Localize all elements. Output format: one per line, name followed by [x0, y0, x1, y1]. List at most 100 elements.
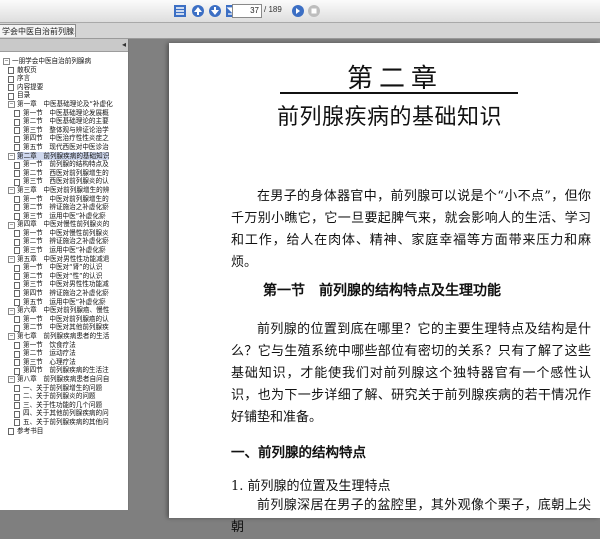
expand-toggle-icon[interactable]: −	[8, 307, 15, 315]
bookmark-page-icon	[8, 75, 14, 83]
bookmark-item[interactable]: 第二节 辨证施治之补虚化瘀	[0, 237, 128, 246]
bookmark-label: 第二节 中医基础理论的主要	[23, 117, 109, 126]
expand-toggle-icon[interactable]: −	[8, 101, 15, 109]
bookmark-label: 四、关于其他前列腺疾病的问	[23, 409, 109, 418]
total-pages-label: / 189	[264, 5, 282, 14]
bookmark-item[interactable]: 第三节 西医对前列腺炎的认	[0, 177, 128, 186]
tab-document[interactable]: 学会中医自治前列腺...	[0, 24, 76, 37]
bookmark-label: 第六章 中医对前列腺癌、慢性	[17, 306, 110, 315]
bookmark-label: 第三章 中医对前列腺增生的辨	[17, 185, 110, 194]
bookmark-page-icon	[14, 204, 20, 212]
bookmark-label: 第一节 前列腺的结构特点及	[23, 160, 109, 169]
bookmark-item[interactable]: 第三节 运用中医“补虚化瘀	[0, 212, 128, 221]
bookmark-page-icon	[14, 170, 20, 178]
bookmark-page-icon	[14, 118, 20, 126]
bookmark-item[interactable]: − 第三章 中医对前列腺增生的辨	[0, 186, 128, 195]
bookmark-page-icon	[14, 230, 20, 238]
bookmark-page-icon	[14, 135, 20, 143]
bookmark-item[interactable]: 序言	[0, 74, 128, 83]
bookmark-item[interactable]: − 第六章 中医对前列腺癌、慢性	[0, 306, 128, 315]
expand-toggle-icon[interactable]: −	[8, 152, 15, 160]
bookmark-item[interactable]: − 第七章 前列腺疾病患者的生活	[0, 332, 128, 341]
bookmark-label: 第四节 中医治疗性性炎症之	[23, 134, 109, 143]
bookmark-label: 第一节 中医对“肾”的认识	[23, 263, 103, 272]
bookmark-page-icon	[14, 350, 20, 358]
expand-toggle-icon[interactable]: −	[8, 376, 15, 384]
bookmark-item[interactable]: 第四节 前列腺疾病的生活注	[0, 366, 128, 375]
collapse-panel-button[interactable]: ◂	[122, 40, 126, 50]
bookmark-label: 第七章 前列腺疾病患者的生活	[17, 332, 110, 340]
bookmark-item[interactable]: 第五节 现代西医对中医诊治	[0, 143, 128, 152]
bookmark-item[interactable]: 目录	[0, 91, 128, 100]
bookmark-item[interactable]: − 第五章 中医对男性性功能减退	[0, 255, 128, 264]
bookmark-page-icon	[14, 384, 20, 392]
bookmark-label: 序言	[17, 74, 31, 83]
bookmark-item[interactable]: − 第二章 前列腺疾病的基础知识	[0, 151, 128, 161]
bookmark-item[interactable]: 第四节 辨证施治之补虚化瘀	[0, 289, 128, 298]
bookmark-item[interactable]: 五、关于前列腺疾病的其他问	[0, 418, 128, 427]
bookmark-item[interactable]: 第一节 饮食疗法	[0, 341, 128, 350]
expand-toggle-icon[interactable]: −	[8, 221, 15, 229]
bookmark-item[interactable]: 二、关于前列腺炎的问题	[0, 392, 128, 401]
bookmark-item[interactable]: − 一朋学会中医自治前列腺病	[0, 57, 128, 66]
bookmark-page-icon	[14, 127, 20, 135]
bookmark-page-icon	[8, 84, 14, 92]
bookmark-page-icon	[8, 66, 14, 74]
bookmark-label: 第二节 运动疗法	[23, 349, 76, 358]
bookmark-item[interactable]: 第一节 中医基础理论发展概	[0, 109, 128, 118]
document-view[interactable]: 第二章 前列腺疾病的基础知识 在男子的身体器官中，前列腺可以说是个“小不点”，但…	[129, 39, 600, 535]
bookmark-item[interactable]: 第一节 中医对前列腺增生的	[0, 195, 128, 204]
bookmark-label: 第三节 运用中医“补虚化瘀	[23, 211, 106, 220]
body-paragraph: 前列腺深居在男子的盆腔里，其外观像个栗子，底朝上尖朝	[231, 498, 591, 535]
bookmark-item[interactable]: − 第四章 中医对慢性前列腺炎的	[0, 220, 128, 229]
bookmark-page-icon	[14, 290, 20, 298]
expand-toggle-icon[interactable]: −	[8, 187, 15, 195]
fit-page-icon[interactable]	[172, 3, 188, 19]
bookmark-item[interactable]: 第二节 运动疗法	[0, 349, 128, 358]
bookmark-item[interactable]: 第一节 中医对“肾”的认识	[0, 263, 128, 272]
page-up-icon[interactable]	[190, 3, 206, 19]
bookmark-label: 参考书目	[17, 426, 44, 435]
expand-toggle-icon[interactable]: −	[3, 58, 10, 66]
bookmark-page-icon	[14, 341, 20, 349]
bookmark-label: 第五节 现代西医对中医诊治	[23, 142, 109, 151]
bookmark-item[interactable]: − 第八章 前列腺疾病患者自问自	[0, 375, 128, 384]
bookmark-label: 第四节 辨证施治之补虚化瘀	[23, 289, 109, 298]
bookmark-item[interactable]: 第二节 辨证施治之补虚化瘀	[0, 203, 128, 212]
bookmark-page-icon	[14, 247, 20, 255]
bookmark-page-icon	[14, 281, 20, 289]
bookmark-item[interactable]: 四、关于其他前列腺疾病的问	[0, 409, 128, 418]
expand-toggle-icon[interactable]: −	[8, 333, 15, 341]
bookmark-item[interactable]: 参考书目	[0, 427, 128, 436]
chapter-title: 前列腺疾病的基础知识	[277, 105, 503, 130]
bookmark-label: 第二节 辨证施治之补虚化瘀	[23, 237, 109, 246]
bookmark-label: 第二节 中医对其他前列腺疾	[23, 323, 109, 332]
bookmark-item[interactable]: 第二节 中医对其他前列腺疾	[0, 323, 128, 332]
bookmark-page-icon	[14, 402, 20, 410]
bookmark-item[interactable]: 第四节 中医治疗性性炎症之	[0, 134, 128, 143]
bookmark-item[interactable]: 散权页	[0, 66, 128, 75]
bookmark-item[interactable]: 第三节 运用中医“补虚化瘀	[0, 246, 128, 255]
bookmarks-panel-header: ◂	[0, 39, 128, 52]
bookmark-item[interactable]: 第五节 运用中医“补虚化瘀	[0, 298, 128, 307]
bookmark-item[interactable]: 内容提要	[0, 83, 128, 92]
bookmark-label: 二、关于前列腺炎的问题	[23, 392, 96, 401]
stop-icon[interactable]	[306, 3, 322, 19]
document-page: 第二章 前列腺疾病的基础知识 在男子的身体器官中，前列腺可以说是个“小不点”，但…	[169, 43, 600, 535]
page-down-icon[interactable]	[207, 3, 223, 19]
bookmark-item[interactable]: 第一节 前列腺的结构特点及	[0, 160, 128, 169]
bookmark-item[interactable]: 第三节 中医对男性性功能减	[0, 280, 128, 289]
bookmark-item[interactable]: − 第一章 中医基础理论及“补虚化	[0, 100, 128, 109]
expand-toggle-icon[interactable]: −	[8, 256, 15, 264]
page-number-input[interactable]: 37	[232, 4, 262, 18]
bookmark-item[interactable]: 一、关于前列腺增生的问题	[0, 384, 128, 393]
subheading: 一、前列腺的结构特点	[231, 445, 366, 461]
bookmark-page-icon	[14, 419, 20, 427]
bookmark-page-icon	[14, 161, 20, 169]
bookmark-item[interactable]: 第二节 中医基础理论的主要	[0, 117, 128, 126]
go-icon[interactable]	[290, 3, 306, 19]
bookmark-label: 第三节 西医对前列腺炎的认	[23, 177, 109, 186]
tab-strip: 学会中医自治前列腺...	[0, 23, 600, 39]
bookmark-label: 第二节 辨证施治之补虚化瘀	[23, 203, 109, 212]
bookmark-label: 五、关于前列腺疾病的其他问	[23, 417, 109, 426]
